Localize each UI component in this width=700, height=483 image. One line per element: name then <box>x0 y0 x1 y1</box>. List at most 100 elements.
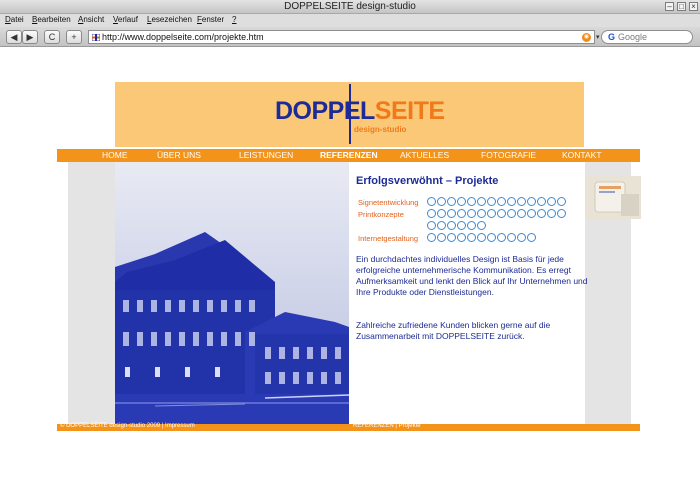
reference-circle <box>447 209 456 218</box>
reference-circle <box>527 197 536 206</box>
reference-circle <box>457 233 466 242</box>
reference-circle <box>527 209 536 218</box>
footer-breadcrumb[interactable]: REFERENZEN | Projekte <box>353 423 421 429</box>
reload-button[interactable]: C <box>44 30 60 44</box>
reference-circle <box>467 197 476 206</box>
reference-circle <box>477 209 486 218</box>
menu-help[interactable]: ? <box>232 15 236 24</box>
palace-photo <box>115 162 349 424</box>
reference-circle <box>537 209 546 218</box>
reference-circle <box>457 221 466 230</box>
page-viewport: DOPPELSEITE design-studio HOME ÜBER UNS … <box>0 48 700 483</box>
menu-ansicht[interactable]: Ansicht <box>78 15 104 24</box>
left-margin-panel <box>68 162 115 424</box>
reference-circle <box>557 209 566 218</box>
teaser-thumbnail[interactable] <box>585 176 641 219</box>
search-placeholder: Google <box>618 32 648 42</box>
menu-bar: Datei Bearbeiten Ansicht Verlauf Lesezei… <box>0 14 700 27</box>
ref-label-signetentwicklung: Signetentwicklung <box>358 198 419 207</box>
reference-circle <box>517 197 526 206</box>
intro-paragraph: Ein durchdachtes individuelles Design is… <box>356 254 588 297</box>
google-g-icon: G <box>608 32 616 42</box>
reference-circle <box>437 209 446 218</box>
menu-ansicht-rest: nsicht <box>83 15 105 24</box>
customers-paragraph: Zahlreiche zufriedene Kunden blicken ger… <box>356 320 551 341</box>
reference-circle <box>507 233 516 242</box>
back-button[interactable]: ◀ <box>6 30 22 44</box>
history-dropdown-icon[interactable]: ▾ <box>596 33 600 41</box>
site-favicon-icon <box>92 34 100 41</box>
nav-referenzen[interactable]: REFERENZEN <box>320 150 378 160</box>
nav-home[interactable]: HOME <box>102 150 128 160</box>
minimize-icon[interactable]: – <box>665 2 674 11</box>
reference-circle <box>427 197 436 206</box>
close-icon[interactable]: × <box>689 2 698 11</box>
reload-icon: C <box>48 32 56 42</box>
reference-circle <box>467 221 476 230</box>
reference-circle <box>437 233 446 242</box>
reference-circle <box>457 197 466 206</box>
back-arrow-icon: ◀ <box>10 32 18 42</box>
reference-circle <box>447 233 456 242</box>
reference-circle <box>557 197 566 206</box>
forward-arrow-icon: ▶ <box>26 32 34 42</box>
reference-circle <box>507 197 516 206</box>
reference-circle <box>477 221 486 230</box>
reference-circle <box>527 233 536 242</box>
title-bar: DOPPELSEITE design-studio – □ × <box>0 0 700 14</box>
reference-circle <box>497 209 506 218</box>
reference-circle <box>537 197 546 206</box>
reference-circle <box>447 197 456 206</box>
site-logo[interactable]: DOPPELSEITE <box>275 97 445 126</box>
page-title: Erfolgsverwöhnt – Projekte <box>356 175 499 187</box>
reference-circle <box>517 233 526 242</box>
forward-button[interactable]: ▶ <box>22 30 38 44</box>
window-title: DOPPELSEITE design-studio <box>284 1 416 12</box>
reference-circle <box>547 209 556 218</box>
add-bookmark-button[interactable]: + <box>66 30 82 44</box>
logo-doppel: DOPPEL <box>275 97 375 125</box>
url-text: http://www.doppelseite.com/projekte.htm <box>102 32 264 42</box>
browser-window: DOPPELSEITE design-studio – □ × Datei Be… <box>0 0 700 483</box>
reference-circle <box>477 197 486 206</box>
logo-subtitle: design-studio <box>354 125 407 134</box>
reference-circle <box>437 221 446 230</box>
menu-bearbeiten-rest: earbeiten <box>37 15 71 24</box>
menu-fenster[interactable]: Fenster <box>197 15 224 24</box>
reference-circle <box>497 197 506 206</box>
ref-label-printkonzepte: Printkonzepte <box>358 210 404 219</box>
reference-circle <box>477 233 486 242</box>
reference-circle <box>547 197 556 206</box>
reference-circle <box>457 209 466 218</box>
menu-verlauf-rest: erlauf <box>117 15 138 24</box>
plus-icon: + <box>71 32 77 42</box>
search-field[interactable]: G Google <box>601 30 693 44</box>
rss-feed-icon[interactable]: ◉ <box>582 33 591 42</box>
menu-lesezeichen-rest: esezeichen <box>151 15 192 24</box>
reference-circle <box>497 233 506 242</box>
nav-fotografie[interactable]: FOTOGRAFIE <box>481 150 536 160</box>
logo-seite: SEITE <box>374 97 445 125</box>
menu-bearbeiten[interactable]: Bearbeiten <box>32 15 71 24</box>
menu-datei[interactable]: Datei <box>5 15 24 24</box>
reference-circle <box>467 209 476 218</box>
nav-kontakt[interactable]: KONTAKT <box>562 150 602 160</box>
menu-lesezeichen[interactable]: Lesezeichen <box>147 15 192 24</box>
reference-circle <box>507 209 516 218</box>
nav-leistungen[interactable]: LEISTUNGEN <box>239 150 293 160</box>
thumbnail-image <box>585 176 641 219</box>
footer-copyright[interactable]: © DOPPELSEITE design-studio 2009 | Impre… <box>60 423 195 429</box>
menu-verlauf[interactable]: Verlauf <box>113 15 138 24</box>
reference-circle <box>447 221 456 230</box>
menu-datei-rest: atei <box>10 15 24 24</box>
reference-circle <box>427 233 436 242</box>
reference-circle <box>487 233 496 242</box>
browser-toolbar: ◀ ▶ C + http://www.doppelseite.com/proje… <box>0 27 700 47</box>
address-bar[interactable]: http://www.doppelseite.com/projekte.htm … <box>88 30 595 44</box>
reference-circle <box>437 197 446 206</box>
nav-ueber-uns[interactable]: ÜBER UNS <box>157 150 201 160</box>
nav-aktuelles[interactable]: AKTUELLES <box>400 150 449 160</box>
maximize-icon[interactable]: □ <box>677 2 686 11</box>
palace-photo-image <box>115 162 349 424</box>
reference-circle <box>487 209 496 218</box>
